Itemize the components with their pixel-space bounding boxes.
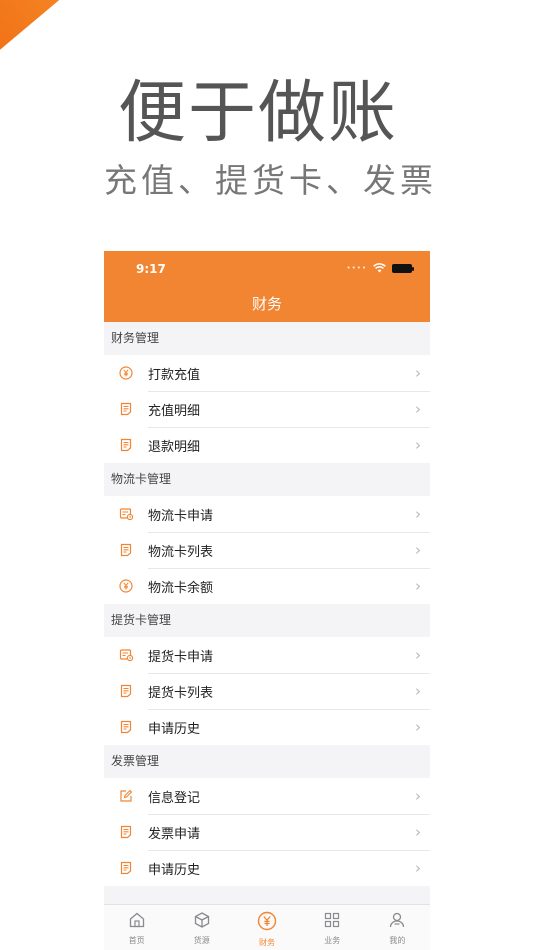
document-list-icon bbox=[104, 861, 148, 875]
menu-row-label: 提货卡列表 bbox=[148, 685, 214, 701]
menu-row[interactable]: 申请历史 › bbox=[104, 850, 430, 886]
status-time: 9:17 bbox=[136, 262, 166, 276]
menu-row-label: 打款充值 bbox=[148, 367, 201, 383]
tab-2[interactable]: 财务 bbox=[234, 905, 299, 950]
chevron-right-icon: › bbox=[415, 577, 421, 595]
yen-circle-icon bbox=[104, 366, 148, 380]
menu-row[interactable]: 信息登记 › bbox=[104, 778, 430, 814]
menu-row[interactable]: 提货卡列表 › bbox=[104, 673, 430, 709]
section-group: 物流卡申请 › 物流卡列表 › 物流卡余额 › bbox=[104, 496, 430, 604]
promo-headline: 便于做账 bbox=[118, 74, 399, 153]
user-icon bbox=[388, 911, 406, 933]
document-list-icon bbox=[104, 438, 148, 452]
tab-1[interactable]: 货源 bbox=[169, 905, 234, 950]
chevron-right-icon: › bbox=[415, 823, 421, 841]
chevron-right-icon: › bbox=[415, 787, 421, 805]
nav-bar: 9:17 •••• 财务 bbox=[104, 251, 430, 322]
section-header: 物流卡管理 bbox=[104, 463, 430, 496]
chevron-right-icon: › bbox=[415, 364, 421, 382]
tab-label: 财务 bbox=[259, 938, 275, 947]
chevron-right-icon: › bbox=[415, 859, 421, 877]
tab-label: 货源 bbox=[193, 936, 210, 945]
tab-0[interactable]: 首页 bbox=[104, 905, 169, 950]
menu-row-label: 提货卡申请 bbox=[148, 649, 214, 665]
menu-row-label: 申请历史 bbox=[148, 862, 201, 878]
corner-ribbon bbox=[0, 0, 169, 76]
phone-screen: 9:17 •••• 财务 财务管理 打款充值 › 充值明细 › 退款明细 › 物流卡管理 物流卡… bbox=[104, 251, 430, 950]
edit-icon bbox=[104, 789, 148, 803]
document-list-icon bbox=[104, 825, 148, 839]
battery-icon bbox=[392, 263, 414, 273]
section-group: 提货卡申请 › 提货卡列表 › 申请历史 › bbox=[104, 637, 430, 745]
document-list-icon bbox=[104, 720, 148, 734]
cube-icon bbox=[193, 911, 211, 933]
tab-bar: 首页 货源 财务 业务 我的 bbox=[104, 904, 430, 950]
menu-row[interactable]: 提货卡申请 › bbox=[104, 637, 430, 673]
menu-row-label: 充值明细 bbox=[148, 403, 201, 419]
tab-4[interactable]: 我的 bbox=[365, 905, 430, 950]
chevron-right-icon: › bbox=[415, 682, 421, 700]
promo-subline: 充值、提货卡、发票 bbox=[104, 161, 437, 200]
menu-row[interactable]: 申请历史 › bbox=[104, 709, 430, 745]
menu-row[interactable]: 物流卡余额 › bbox=[104, 568, 430, 604]
section-group: 信息登记 › 发票申请 › 申请历史 › bbox=[104, 778, 430, 886]
wifi-icon bbox=[373, 263, 386, 273]
section-header: 财务管理 bbox=[104, 322, 430, 355]
menu-row[interactable]: 物流卡列表 › bbox=[104, 532, 430, 568]
tab-label: 业务 bbox=[324, 936, 341, 945]
document-list-icon bbox=[104, 543, 148, 557]
chevron-right-icon: › bbox=[415, 646, 421, 664]
promo-page: 便于做账 充值、提货卡、发票 9:17 •••• 财务 财务管理 打款充值 › 充值明… bbox=[0, 0, 534, 950]
nav-title: 财务 bbox=[251, 295, 282, 313]
chevron-right-icon: › bbox=[415, 400, 421, 418]
card-apply-icon bbox=[104, 648, 148, 662]
tab-label: 首页 bbox=[128, 936, 145, 945]
chevron-right-icon: › bbox=[415, 541, 421, 559]
menu-row[interactable]: 物流卡申请 › bbox=[104, 496, 430, 532]
yen-circle-icon bbox=[104, 579, 148, 593]
menu-row[interactable]: 打款充值 › bbox=[104, 355, 430, 391]
document-list-icon bbox=[104, 402, 148, 416]
tab-label: 我的 bbox=[389, 936, 406, 945]
home-icon bbox=[128, 911, 146, 933]
signal-icon: •••• bbox=[346, 264, 367, 272]
menu-row-label: 退款明细 bbox=[148, 439, 201, 455]
menu-row-label: 物流卡列表 bbox=[148, 544, 214, 560]
section-group: 打款充值 › 充值明细 › 退款明细 › bbox=[104, 355, 430, 463]
document-list-icon bbox=[104, 684, 148, 698]
tab-3[interactable]: 业务 bbox=[300, 905, 365, 950]
menu-row-label: 发票申请 bbox=[148, 826, 201, 842]
chevron-right-icon: › bbox=[415, 436, 421, 454]
section-header: 提货卡管理 bbox=[104, 604, 430, 637]
menu-row[interactable]: 充值明细 › bbox=[104, 391, 430, 427]
chevron-right-icon: › bbox=[415, 505, 421, 523]
menu-row-label: 信息登记 bbox=[148, 790, 201, 806]
yen-circle-icon bbox=[257, 911, 277, 935]
menu-row-label: 物流卡余额 bbox=[148, 580, 214, 596]
finance-menu: 财务管理 打款充值 › 充值明细 › 退款明细 › 物流卡管理 物流卡申请 › 物流卡列表 › 物流卡余… bbox=[104, 322, 430, 886]
grid-icon bbox=[323, 911, 341, 933]
menu-row-label: 物流卡申请 bbox=[148, 508, 214, 524]
card-apply-icon bbox=[104, 507, 148, 521]
status-icons: •••• bbox=[346, 263, 414, 273]
menu-row[interactable]: 退款明细 › bbox=[104, 427, 430, 463]
chevron-right-icon: › bbox=[415, 718, 421, 736]
menu-row-label: 申请历史 bbox=[148, 721, 201, 737]
section-header: 发票管理 bbox=[104, 745, 430, 778]
menu-row[interactable]: 发票申请 › bbox=[104, 814, 430, 850]
